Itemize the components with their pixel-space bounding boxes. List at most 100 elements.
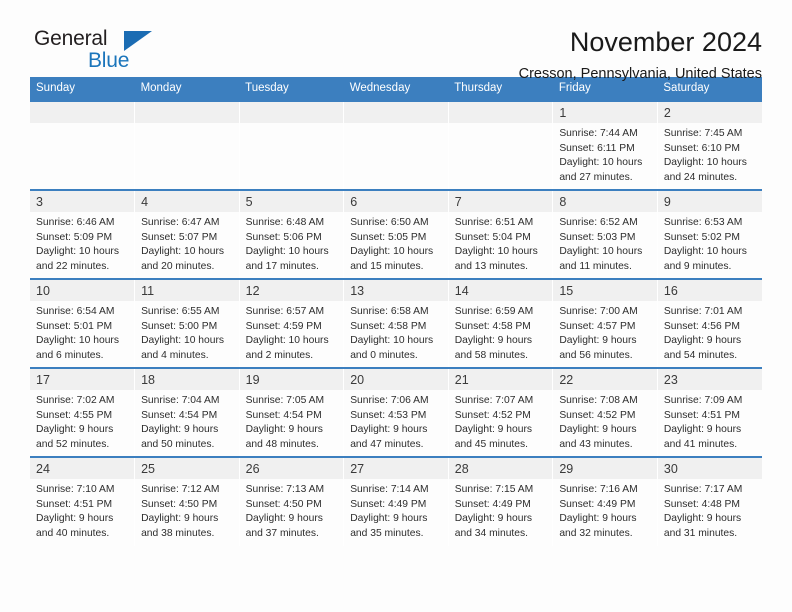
daylight-duration-line2: and 31 minutes. — [663, 527, 738, 539]
calendar-day-cell[interactable]: 16 Sunrise: 7:01 AM Sunset: 4:56 PM Dayligh… — [657, 278, 762, 368]
calendar-day-cell[interactable]: 13 Sunrise: 6:58 AM Sunset: 4:58 PM Dayligh… — [343, 278, 449, 368]
day-number: 4 — [135, 191, 239, 212]
general-blue-logo[interactable]: General Blue — [30, 28, 152, 71]
sunrise-time: Sunrise: 7:06 AM — [350, 395, 429, 406]
sunrise-time: Sunrise: 7:45 AM — [663, 128, 743, 139]
weekday-header-sunday: Sunday — [30, 77, 135, 101]
calendar-day-cell[interactable]: 5 Sunrise: 6:48 AM Sunset: 5:06 PM Daylight… — [239, 189, 345, 279]
calendar-day-cell[interactable]: 12 Sunrise: 6:57 AM Sunset: 4:59 PM Dayligh… — [239, 278, 345, 368]
calendar-day-cell[interactable]: 26 Sunrise: 7:13 AM Sunset: 4:50 PM Dayligh… — [239, 456, 345, 546]
calendar-day-cell[interactable]: 20 Sunrise: 7:06 AM Sunset: 4:53 PM Dayligh… — [343, 367, 449, 457]
sunrise-time: Sunrise: 7:10 AM — [36, 484, 115, 495]
day-details: Sunrise: 7:10 AM Sunset: 4:51 PM Daylight:… — [30, 479, 134, 541]
calendar-day-cell[interactable]: 18 Sunrise: 7:04 AM Sunset: 4:54 PM Dayligh… — [134, 367, 240, 457]
day-details: Sunrise: 6:58 AM Sunset: 4:58 PM Daylight:… — [344, 301, 448, 363]
sunrise-time: Sunrise: 6:57 AM — [245, 306, 325, 317]
day-number: 6 — [344, 191, 448, 212]
sunset-time: Sunset: 4:54 PM — [245, 409, 322, 421]
calendar-day-cell[interactable]: 30 Sunrise: 7:17 AM Sunset: 4:48 PM Dayligh… — [657, 456, 762, 546]
daylight-duration-line1: Daylight: 9 hours — [454, 513, 533, 525]
calendar-day-cell[interactable]: 29 Sunrise: 7:16 AM Sunset: 4:49 PM Dayligh… — [552, 456, 658, 546]
day-details: Sunrise: 6:47 AM Sunset: 5:07 PM Daylight:… — [135, 212, 239, 274]
logo-triangle-icon — [124, 31, 152, 51]
daylight-duration-line1: Daylight: 10 hours — [559, 246, 643, 258]
calendar-day-cell[interactable]: 23 Sunrise: 7:09 AM Sunset: 4:51 PM Dayligh… — [657, 367, 762, 457]
calendar-day-cell[interactable]: 11 Sunrise: 6:55 AM Sunset: 5:00 PM Dayligh… — [134, 278, 240, 368]
sunset-time: Sunset: 5:05 PM — [350, 231, 427, 243]
calendar-day-cell[interactable]: 2 Sunrise: 7:45 AM Sunset: 6:10 PM Daylight… — [657, 100, 762, 190]
calendar-day-cell[interactable]: 14 Sunrise: 6:59 AM Sunset: 4:58 PM Dayligh… — [448, 278, 554, 368]
day-details: Sunrise: 6:48 AM Sunset: 5:06 PM Daylight:… — [240, 212, 344, 274]
sunrise-time: Sunrise: 6:52 AM — [559, 217, 638, 228]
day-details: Sunrise: 6:52 AM Sunset: 5:03 PM Daylight:… — [553, 212, 657, 274]
calendar-week-row: 24 Sunrise: 7:10 AM Sunset: 4:51 PM Dayligh… — [30, 456, 762, 546]
calendar-day-cell[interactable]: 21 Sunrise: 7:07 AM Sunset: 4:52 PM Dayligh… — [448, 367, 554, 457]
calendar-day-cell[interactable]: 17 Sunrise: 7:02 AM Sunset: 4:55 PM Dayligh… — [30, 367, 136, 457]
day-details: Sunrise: 7:14 AM Sunset: 4:49 PM Daylight:… — [344, 479, 448, 541]
day-details: Sunrise: 7:13 AM Sunset: 4:50 PM Daylight:… — [240, 479, 344, 541]
calendar-day-cell[interactable]: 4 Sunrise: 6:47 AM Sunset: 5:07 PM Daylight… — [134, 189, 240, 279]
calendar-day-cell[interactable]: 19 Sunrise: 7:05 AM Sunset: 4:54 PM Dayligh… — [239, 367, 345, 457]
page-header: General Blue November 2024 Cresson, Penn… — [30, 0, 762, 83]
day-number: 12 — [239, 280, 344, 301]
calendar-page: General Blue November 2024 Cresson, Penn… — [0, 0, 792, 612]
day-details: Sunrise: 6:53 AM Sunset: 5:02 PM Daylight:… — [658, 212, 762, 274]
daylight-duration-line1: Daylight: 9 hours — [245, 424, 323, 436]
daylight-duration-line1: Daylight: 9 hours — [559, 424, 637, 436]
day-details: Sunrise: 7:02 AM Sunset: 4:55 PM Daylight:… — [30, 390, 134, 452]
sunrise-time: Sunrise: 7:04 AM — [141, 395, 220, 406]
day-number: 28 — [448, 458, 553, 479]
calendar-day-cell[interactable]: 24 Sunrise: 7:10 AM Sunset: 4:51 PM Dayligh… — [30, 456, 136, 546]
calendar-day-cell-empty — [30, 100, 136, 190]
day-number — [135, 102, 239, 123]
calendar-day-cell[interactable]: 9 Sunrise: 6:53 AM Sunset: 5:02 PM Daylight… — [657, 189, 762, 279]
sunrise-time: Sunrise: 6:58 AM — [350, 306, 429, 317]
calendar-week-row: 17 Sunrise: 7:02 AM Sunset: 4:55 PM Dayligh… — [30, 367, 762, 457]
daylight-duration-line2: and 43 minutes. — [559, 438, 633, 450]
calendar-day-cell[interactable]: 1 Sunrise: 7:44 AM Sunset: 6:11 PM Daylight… — [552, 100, 658, 190]
day-number — [239, 102, 344, 123]
day-details: Sunrise: 7:45 AM Sunset: 6:10 PM Daylight:… — [658, 123, 762, 185]
calendar-day-cell[interactable]: 6 Sunrise: 6:50 AM Sunset: 5:05 PM Daylight… — [343, 189, 449, 279]
sunrise-sunset-calendar: Sunday Monday Tuesday Wednesday Thursday Frid… — [30, 77, 762, 546]
sunset-time: Sunset: 4:55 PM — [36, 409, 113, 421]
day-number: 7 — [448, 191, 553, 212]
day-number: 14 — [448, 280, 553, 301]
calendar-day-cell[interactable]: 28 Sunrise: 7:15 AM Sunset: 4:49 PM Dayligh… — [448, 456, 554, 546]
daylight-duration-line2: and 40 minutes. — [36, 527, 110, 539]
daylight-duration-line2: and 4 minutes. — [141, 349, 209, 361]
calendar-day-cell[interactable]: 25 Sunrise: 7:12 AM Sunset: 4:50 PM Dayligh… — [134, 456, 240, 546]
calendar-day-cell[interactable]: 15 Sunrise: 7:00 AM Sunset: 4:57 PM Dayligh… — [552, 278, 658, 368]
sunrise-time: Sunrise: 7:44 AM — [559, 128, 638, 139]
calendar-day-cell[interactable]: 27 Sunrise: 7:14 AM Sunset: 4:49 PM Dayligh… — [343, 456, 449, 546]
calendar-day-cell[interactable]: 22 Sunrise: 7:08 AM Sunset: 4:52 PM Dayligh… — [552, 367, 658, 457]
calendar-day-cell[interactable]: 8 Sunrise: 6:52 AM Sunset: 5:03 PM Daylight… — [552, 189, 658, 279]
sunrise-time: Sunrise: 6:54 AM — [36, 306, 115, 317]
sunrise-time: Sunrise: 7:08 AM — [559, 395, 638, 406]
calendar-day-cell[interactable]: 3 Sunrise: 6:46 AM Sunset: 5:09 PM Daylight… — [30, 189, 136, 279]
calendar-day-cell[interactable]: 7 Sunrise: 6:51 AM Sunset: 5:04 PM Daylight… — [448, 189, 554, 279]
day-number: 11 — [135, 280, 239, 301]
daylight-duration-line2: and 52 minutes. — [36, 438, 110, 450]
daylight-duration-line1: Daylight: 9 hours — [454, 424, 533, 436]
daylight-duration-line2: and 13 minutes. — [454, 260, 529, 272]
daylight-duration-line1: Daylight: 9 hours — [559, 513, 637, 525]
sunrise-time: Sunrise: 7:17 AM — [663, 484, 743, 495]
day-number: 2 — [657, 102, 762, 123]
calendar-week-row: 1 Sunrise: 7:44 AM Sunset: 6:11 PM Daylight… — [30, 100, 762, 190]
day-details: Sunrise: 6:59 AM Sunset: 4:58 PM Daylight:… — [449, 301, 553, 363]
calendar-day-cell[interactable]: 10 Sunrise: 6:54 AM Sunset: 5:01 PM Dayligh… — [30, 278, 136, 368]
daylight-duration-line1: Daylight: 10 hours — [245, 335, 329, 347]
day-number — [344, 102, 448, 123]
sunrise-time: Sunrise: 7:09 AM — [663, 395, 743, 406]
daylight-duration-line1: Daylight: 10 hours — [350, 246, 434, 258]
sunrise-time: Sunrise: 6:53 AM — [663, 217, 743, 228]
daylight-duration-line2: and 50 minutes. — [141, 438, 215, 450]
sunset-time: Sunset: 4:49 PM — [454, 498, 531, 510]
day-details: Sunrise: 6:54 AM Sunset: 5:01 PM Daylight:… — [30, 301, 134, 363]
sunset-time: Sunset: 5:00 PM — [141, 320, 218, 332]
day-details: Sunrise: 7:04 AM Sunset: 4:54 PM Daylight:… — [135, 390, 239, 452]
daylight-duration-line1: Daylight: 10 hours — [245, 246, 329, 258]
day-number: 27 — [344, 458, 448, 479]
daylight-duration-line2: and 6 minutes. — [36, 349, 104, 361]
